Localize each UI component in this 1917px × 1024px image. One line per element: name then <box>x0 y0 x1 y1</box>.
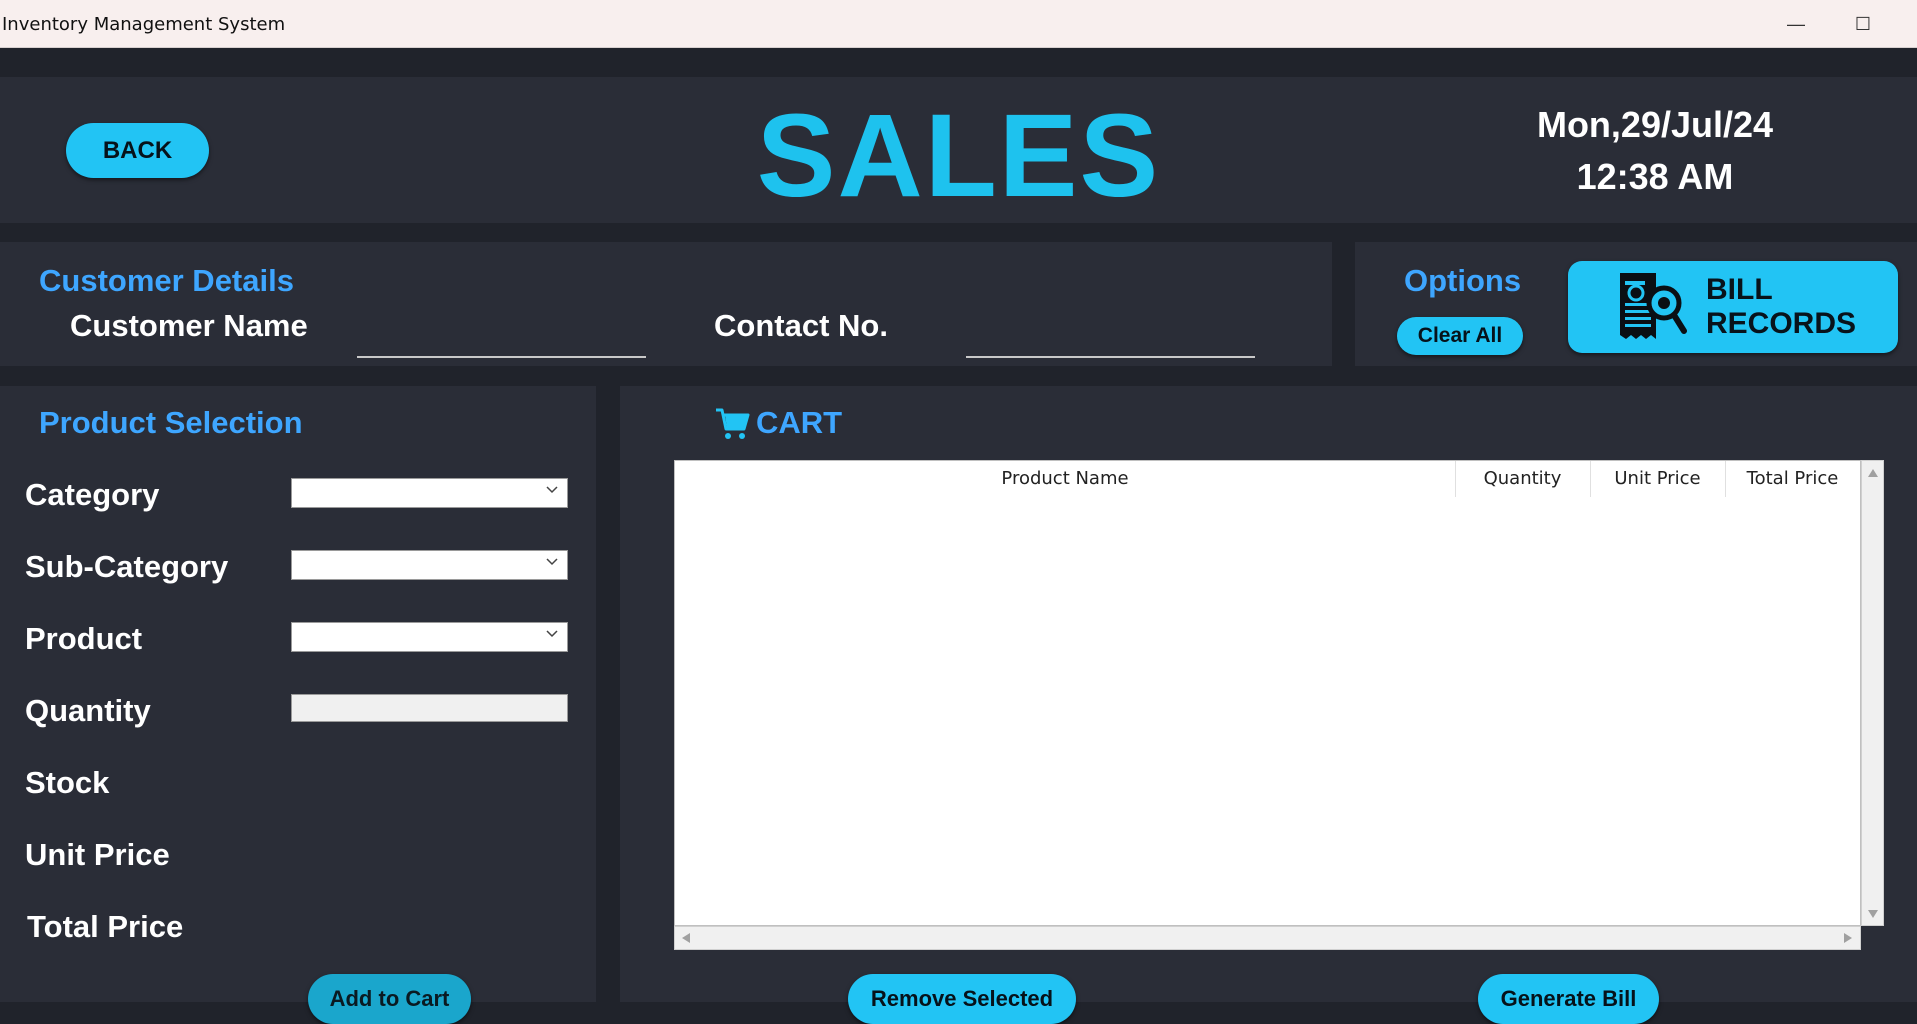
bill-records-label-line1: BILL <box>1706 273 1773 306</box>
remove-selected-button[interactable]: Remove Selected <box>848 974 1076 1024</box>
category-dropdown[interactable] <box>291 478 568 508</box>
column-header-quantity[interactable]: Quantity <box>1455 461 1591 497</box>
quantity-label: Quantity <box>25 693 151 728</box>
product-label: Product <box>25 621 143 656</box>
quantity-input[interactable] <box>291 694 568 722</box>
bill-records-label-line2: RECORDS <box>1706 307 1857 340</box>
date-display: Mon,29/Jul/24 <box>1536 104 1774 145</box>
shopping-cart-icon <box>716 408 750 439</box>
customer-name-label: Customer Name <box>70 308 308 343</box>
receipt-search-icon <box>1620 273 1687 339</box>
column-header-unit-price[interactable]: Unit Price <box>1590 461 1726 497</box>
contact-no-input[interactable] <box>966 322 1255 358</box>
column-header-total-price[interactable]: Total Price <box>1725 461 1860 497</box>
scroll-up-icon[interactable] <box>1868 469 1878 477</box>
product-selection-heading: Product Selection <box>39 405 303 440</box>
total-price-label: Total Price <box>27 909 184 944</box>
stock-label: Stock <box>25 765 110 800</box>
vertical-scrollbar[interactable] <box>1861 460 1884 926</box>
options-heading: Options <box>1404 263 1522 298</box>
scroll-left-icon[interactable] <box>682 933 690 943</box>
minimize-icon[interactable]: — <box>1779 10 1813 38</box>
scroll-down-icon[interactable] <box>1868 910 1878 918</box>
chevron-down-icon <box>546 558 558 566</box>
scroll-right-icon[interactable] <box>1844 933 1852 943</box>
clear-all-button[interactable]: Clear All <box>1397 317 1523 355</box>
cart-heading: CART <box>756 405 843 440</box>
contact-no-label: Contact No. <box>714 308 888 343</box>
subcategory-label: Sub-Category <box>25 549 229 584</box>
column-header-product-name[interactable]: Product Name <box>675 461 1456 497</box>
chevron-down-icon <box>546 630 558 638</box>
product-dropdown[interactable] <box>291 622 568 652</box>
window-titlebar: Inventory Management System — ☐ <box>0 0 1917 48</box>
customer-name-input[interactable] <box>357 322 646 358</box>
time-display: 12:38 AM <box>1576 156 1734 197</box>
customer-details-heading: Customer Details <box>39 263 294 298</box>
chevron-down-icon <box>546 486 558 494</box>
cart-table[interactable]: Product Name Quantity Unit Price Total P… <box>674 460 1861 926</box>
horizontal-scrollbar[interactable] <box>674 926 1861 950</box>
subcategory-dropdown[interactable] <box>291 550 568 580</box>
window-title: Inventory Management System <box>2 14 286 35</box>
category-label: Category <box>25 477 160 512</box>
bill-records-button[interactable]: BILL RECORDS <box>1568 261 1898 353</box>
generate-bill-button[interactable]: Generate Bill <box>1478 974 1659 1024</box>
maximize-icon[interactable]: ☐ <box>1846 10 1880 38</box>
add-to-cart-button[interactable]: Add to Cart <box>308 974 471 1024</box>
unit-price-label: Unit Price <box>25 837 170 872</box>
